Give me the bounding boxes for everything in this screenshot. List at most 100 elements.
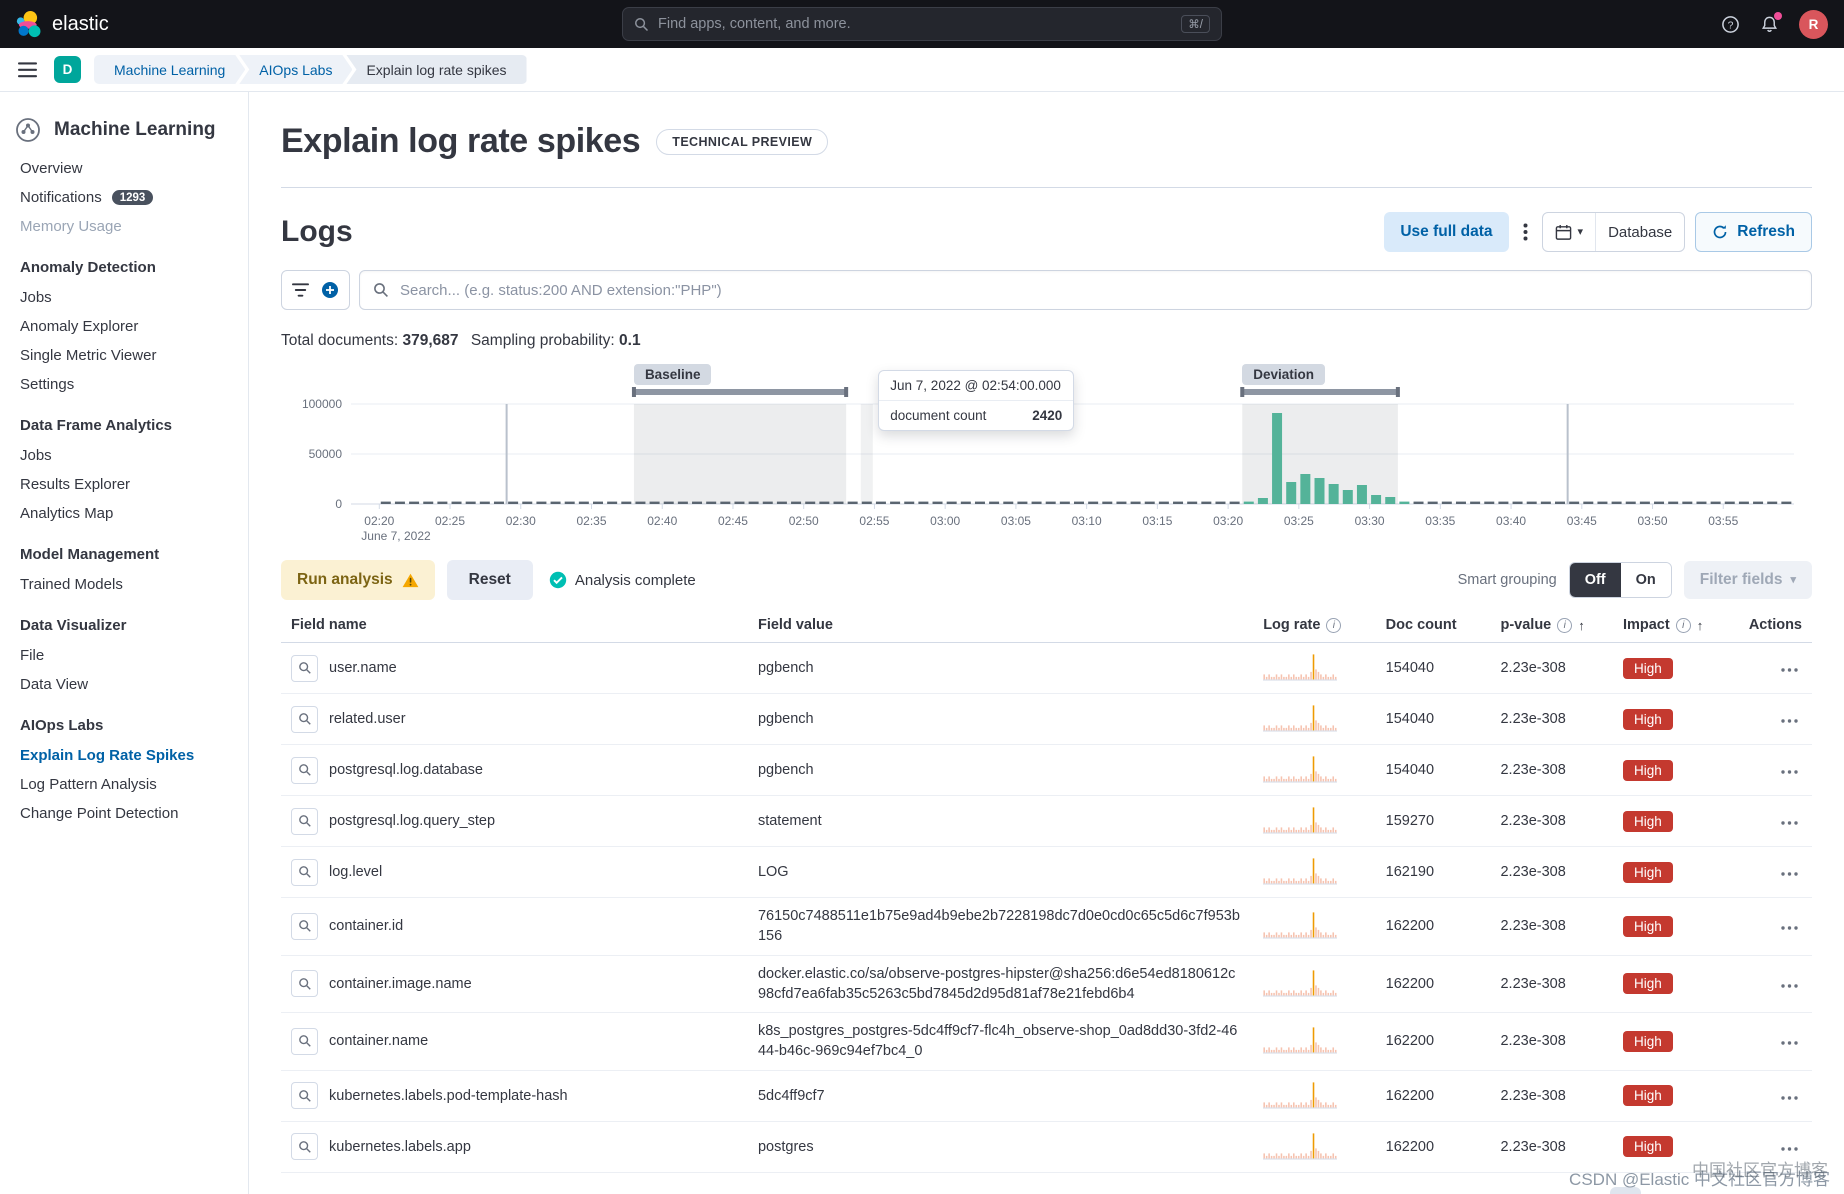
results-table: Field name Field value Log rate i Doc count p… — [281, 608, 1812, 1173]
impact-badge: High — [1622, 810, 1673, 832]
column-header-p-value[interactable]: p-value i ↑ — [1490, 608, 1613, 643]
impact-badge: High — [1622, 657, 1673, 679]
hamburger-icon — [18, 61, 37, 77]
deviation-window-chip[interactable]: Deviation — [1242, 364, 1326, 385]
svg-text:03:30: 03:30 — [1355, 514, 1385, 528]
sidebar-item-anomaly-explorer[interactable]: Anomaly Explorer — [0, 312, 248, 341]
data-source-button[interactable]: Database — [1595, 213, 1684, 251]
notifications-bell-icon[interactable] — [1760, 11, 1782, 34]
add-filter-button[interactable] — [317, 277, 343, 303]
sidebar-section-heading: Anomaly Detection — [20, 259, 156, 276]
sidebar-item-jobs[interactable]: Jobs — [0, 441, 248, 470]
p-value: 2.23e-308 — [1490, 744, 1613, 796]
sidebar-item-jobs[interactable]: Jobs — [0, 283, 248, 312]
sidebar-item-memory-usage: Memory Usage — [0, 212, 248, 241]
field-filter-icon[interactable] — [291, 756, 318, 784]
field-name-text: container.id — [329, 918, 404, 935]
options-menu-button[interactable] — [1519, 219, 1532, 245]
field-filter-icon[interactable] — [291, 970, 318, 998]
sidebar-section-heading: AIOps Labs — [20, 717, 104, 734]
watermark: 中国社区官方博客 CSDN @Elastic 中文社区官方博客 — [1569, 1161, 1830, 1190]
sidebar-item-change-point-detection[interactable]: Change Point Detection — [0, 799, 248, 828]
impact-badge: High — [1622, 861, 1673, 883]
sidebar-item-label: Overview — [20, 160, 83, 177]
breadcrumb-item[interactable]: Machine Learning — [94, 55, 245, 84]
p-value: 2.23e-308 — [1490, 642, 1613, 694]
info-icon[interactable]: i — [1675, 617, 1691, 633]
elastic-home-link[interactable]: elastic — [16, 10, 109, 38]
info-icon[interactable]: i — [1326, 617, 1342, 633]
help-icon[interactable]: ? — [1721, 15, 1740, 34]
title-divider — [281, 187, 1812, 188]
sidebar-item-single-metric-viewer[interactable]: Single Metric Viewer — [0, 341, 248, 370]
row-actions-button[interactable] — [1777, 664, 1802, 676]
sidebar-item-explain-log-rate-spikes[interactable]: Explain Log Rate Spikes — [0, 741, 248, 770]
main-content: Explain log rate spikes TECHNICAL PREVIE… — [249, 92, 1844, 1194]
breadcrumb: Machine Learning AIOps Labs Explain log ra… — [94, 55, 527, 84]
sidebar-item-overview[interactable]: Overview — [0, 154, 248, 183]
row-actions-button[interactable] — [1777, 817, 1802, 829]
field-filter-icon[interactable] — [291, 705, 318, 733]
field-filter-icon[interactable] — [291, 1133, 318, 1161]
baseline-window-chip[interactable]: Baseline — [633, 364, 712, 385]
svg-text:03:50: 03:50 — [1638, 514, 1668, 528]
svg-text:03:25: 03:25 — [1284, 514, 1314, 528]
run-analysis-button[interactable]: Run analysis — [281, 560, 435, 600]
breadcrumb-bar: D Machine Learning AIOps Labs Explain log … — [0, 48, 1844, 92]
field-filter-icon[interactable] — [291, 807, 318, 835]
row-actions-button[interactable] — [1777, 868, 1802, 880]
row-actions-button[interactable] — [1777, 980, 1802, 992]
user-avatar[interactable]: R — [1799, 9, 1828, 39]
global-search-input[interactable]: Find apps, content, and more. ⌘/ — [622, 7, 1222, 41]
menu-toggle-button[interactable] — [14, 58, 41, 82]
doc-count-value: 162200 — [1375, 1012, 1491, 1071]
calendar-dropdown-button[interactable]: ▾ — [1543, 213, 1596, 251]
doc-count-chart[interactable]: 0 50000 100000 02:20 June 7, 2022 02:25 02:30 0… — [281, 364, 1812, 544]
refresh-button[interactable]: Refresh — [1695, 212, 1812, 252]
table-row: user.name pgbench 154040 2.23e-308 High — [281, 642, 1812, 694]
log-rate-sparkline — [1263, 858, 1338, 885]
smart-grouping-on-button[interactable]: On — [1620, 563, 1671, 597]
sidebar-item-notifications[interactable]: Notifications 1293 — [0, 183, 248, 212]
column-header-impact[interactable]: Impact i ↑ — [1612, 608, 1736, 643]
sidebar-item-settings[interactable]: Settings — [0, 370, 248, 399]
p-value: 2.23e-308 — [1490, 795, 1613, 847]
query-search-input[interactable]: Search... (e.g. status:200 AND extension… — [359, 270, 1812, 310]
info-icon[interactable]: i — [1557, 617, 1573, 633]
use-full-data-button[interactable]: Use full data — [1384, 212, 1509, 252]
row-actions-button[interactable] — [1777, 922, 1802, 934]
impact-badge: High — [1622, 973, 1673, 995]
field-filter-icon[interactable] — [291, 654, 318, 682]
log-rate-sparkline — [1263, 970, 1338, 997]
svg-text:02:25: 02:25 — [435, 514, 465, 528]
row-actions-button[interactable] — [1777, 766, 1802, 778]
tooltip-timestamp: Jun 7, 2022 @ 02:54:00.000 — [879, 371, 1074, 401]
row-actions-button[interactable] — [1777, 1092, 1802, 1104]
sidebar-item-log-pattern-analysis[interactable]: Log Pattern Analysis — [0, 770, 248, 799]
space-avatar[interactable]: D — [54, 56, 81, 83]
logs-heading: Logs — [281, 215, 353, 248]
sidebar-item-results-explorer[interactable]: Results Explorer — [0, 470, 248, 499]
row-actions-button[interactable] — [1777, 1143, 1802, 1155]
sidebar-item-data-view[interactable]: Data View — [0, 670, 248, 699]
svg-text:03:00: 03:00 — [930, 514, 960, 528]
field-filter-icon[interactable] — [291, 912, 318, 940]
page-title: Explain log rate spikes — [281, 122, 641, 160]
row-actions-button[interactable] — [1777, 715, 1802, 727]
field-filter-icon[interactable] — [291, 1082, 318, 1110]
field-value-text: postgres — [747, 1121, 1254, 1173]
sidebar-item-file[interactable]: File — [0, 641, 248, 670]
field-filter-icon[interactable] — [291, 1027, 318, 1055]
field-filter-icon[interactable] — [291, 858, 318, 886]
sidebar-item-analytics-map[interactable]: Analytics Map — [0, 499, 248, 528]
filter-fields-button[interactable]: Filter fields ▾ — [1683, 561, 1812, 599]
row-actions-button[interactable] — [1777, 1037, 1802, 1049]
smart-grouping-off-button[interactable]: Off — [1569, 563, 1621, 597]
p-value: 2.23e-308 — [1490, 846, 1613, 898]
sidebar-item-trained-models[interactable]: Trained Models — [0, 570, 248, 599]
reset-button[interactable]: Reset — [446, 560, 533, 600]
machine-learning-app-icon — [16, 118, 40, 142]
table-row: kubernetes.labels.pod-template-hash 5dc4f… — [281, 1070, 1812, 1122]
breadcrumb-item[interactable]: AIOps Labs — [239, 55, 352, 84]
filter-button[interactable] — [288, 279, 313, 301]
